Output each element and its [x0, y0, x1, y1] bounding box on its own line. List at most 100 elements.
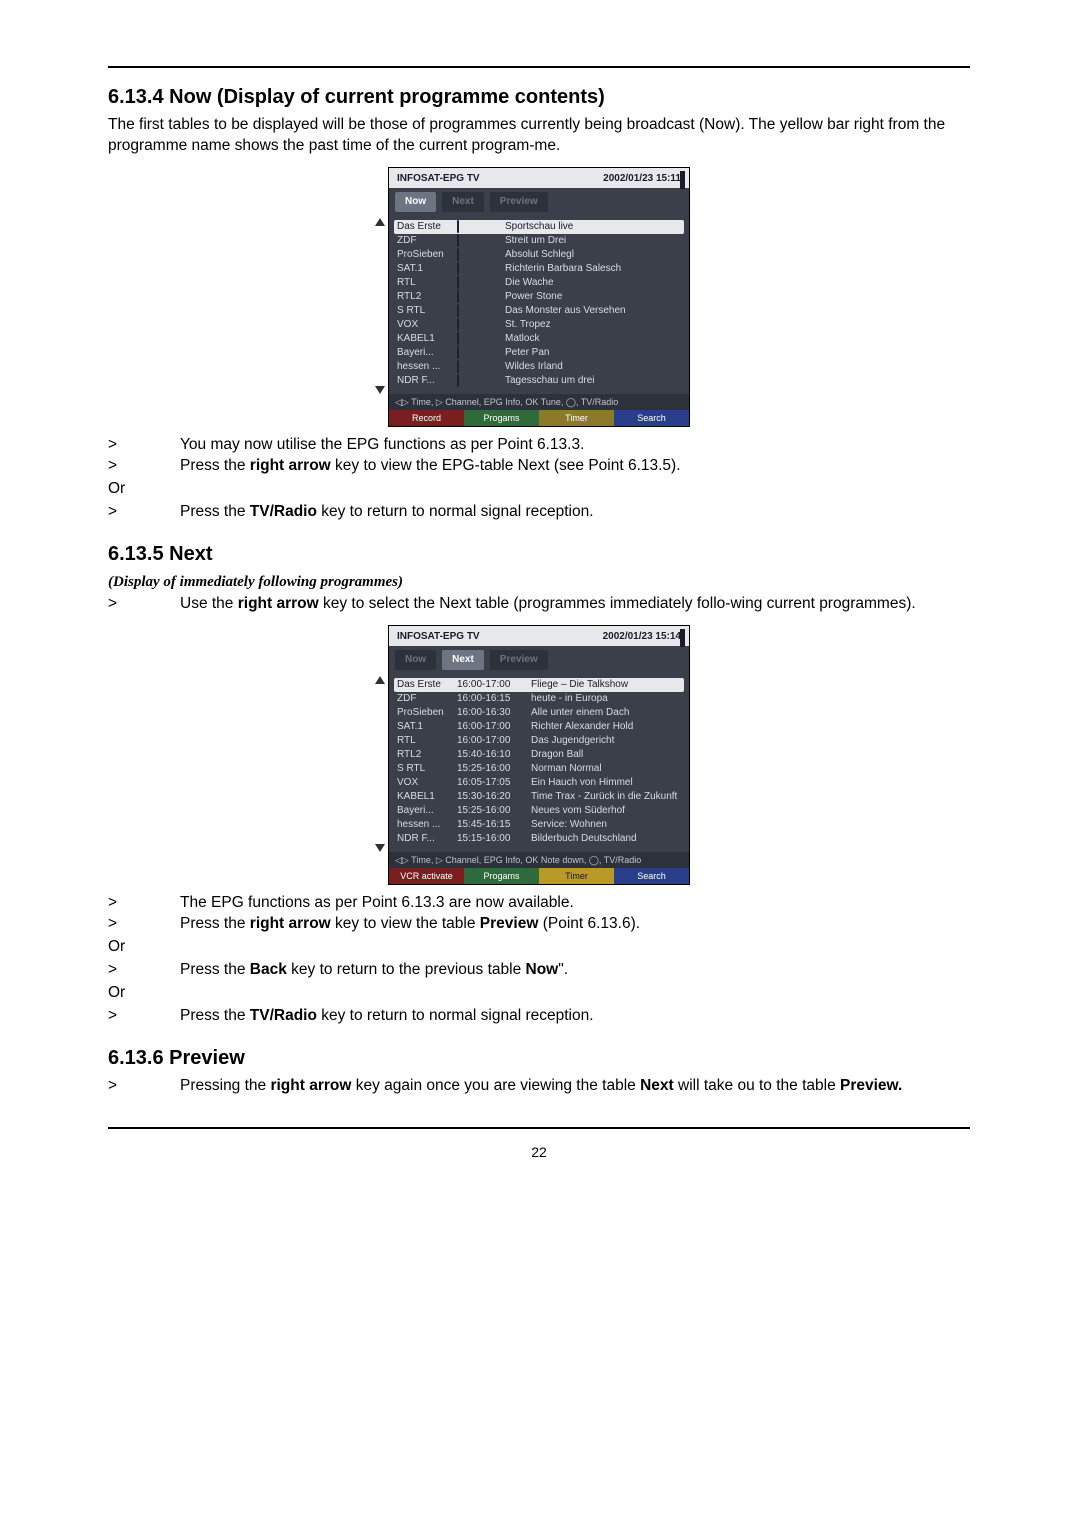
epg-row[interactable]: ZDFStreit um Drei: [397, 234, 681, 248]
epg-title-right: 2002/01/23 15:14: [603, 630, 681, 644]
progress-bar: [457, 276, 499, 290]
epg-row[interactable]: Das Erste16:00-17:00Fliege – Die Talksho…: [394, 678, 684, 692]
top-rule: [108, 66, 970, 68]
channel-name: RTL: [397, 276, 451, 290]
epg-row[interactable]: ZDF 16:00-16:15 heute - in Europa: [397, 692, 681, 706]
epg-row[interactable]: NDR F...15:15-16:00Bilderbuch Deutschlan…: [397, 832, 681, 846]
epg-body: Das ErsteSportschau liveZDFStreit um Dre…: [389, 218, 689, 394]
btn-green[interactable]: Progams: [464, 868, 539, 884]
time-range: 15:25-16:00: [457, 804, 525, 818]
bullet: > Pressing the right arrow key again onc…: [108, 1076, 970, 1097]
channel-name: S RTL: [397, 762, 451, 776]
channel-name: ZDF: [397, 234, 451, 248]
programme-title: Service: Wohnen: [531, 818, 681, 832]
progress-bar: [457, 374, 499, 388]
btn-blue[interactable]: Search: [614, 868, 689, 884]
epg-row[interactable]: KABEL1Matlock: [397, 332, 681, 346]
epg-row[interactable]: RTL215:40-16:10Dragon Ball: [397, 748, 681, 762]
programme-title: Power Stone: [505, 290, 681, 304]
channel-name: NDR F...: [397, 832, 451, 846]
channel-name: RTL2: [397, 290, 451, 304]
programme-title: Norman Normal: [531, 762, 681, 776]
progress-bar: [457, 332, 499, 346]
chevron-down-icon: [375, 844, 385, 852]
channel-name: KABEL1: [397, 332, 451, 346]
epg-row[interactable]: RTL Die Wache: [397, 276, 681, 290]
epg-row[interactable]: hessen ...15:45-16:15Service: Wohnen: [397, 818, 681, 832]
page-number: 22: [108, 1143, 970, 1162]
btn-yellow[interactable]: Timer: [539, 868, 614, 884]
bullet: > Use the right arrow key to select the …: [108, 594, 970, 615]
programme-title: Sportschau live: [505, 220, 681, 234]
channel-name: Bayeri...: [397, 346, 451, 360]
epg-row[interactable]: KABEL115:30-16:20Time Trax - Zurück in d…: [397, 790, 681, 804]
programme-title: Richter Alexander Hold: [531, 720, 681, 734]
time-range: 16:00-17:00: [457, 678, 525, 692]
epg-color-buttons: VCR activate Progams Timer Search: [389, 868, 689, 884]
time-range: 16:00-16:15: [457, 692, 525, 706]
epg-row[interactable]: RTL2 Power Stone: [397, 290, 681, 304]
bullet: > Press the Back key to return to the pr…: [108, 960, 970, 981]
chevron-down-icon: [375, 386, 385, 394]
programme-title: heute - in Europa: [531, 692, 681, 706]
channel-name: ZDF: [397, 692, 451, 706]
channel-name: hessen ...: [397, 818, 451, 832]
btn-yellow[interactable]: Timer: [539, 410, 614, 426]
tab-preview[interactable]: Preview: [490, 192, 548, 212]
time-range: 15:30-16:20: [457, 790, 525, 804]
tab-next[interactable]: Next: [442, 650, 484, 670]
tab-now[interactable]: Now: [395, 192, 436, 212]
time-range: 16:00-17:00: [457, 734, 525, 748]
channel-name: Das Erste: [397, 678, 451, 692]
programme-title: Die Wache: [505, 276, 681, 290]
epg-row[interactable]: SAT.1Richterin Barbara Salesch: [397, 262, 681, 276]
epg-row[interactable]: ProSiebenAbsolut Schlegl: [397, 248, 681, 262]
or-label: Or: [108, 479, 970, 500]
epg-hintline: ◁▷ Time, ▷ Channel, EPG Info, OK Tune, ◯…: [389, 394, 689, 410]
epg-row[interactable]: Bayeri...15:25-16:00Neues vom Süderhof: [397, 804, 681, 818]
or-label: Or: [108, 937, 970, 958]
epg-window: INFOSAT-EPG TV 2002/01/23 15:14 Now Next…: [388, 625, 690, 885]
btn-red[interactable]: VCR activate: [389, 868, 464, 884]
programme-title: Ein Hauch von Himmel: [531, 776, 681, 790]
programme-title: Wildes Irland: [505, 360, 681, 374]
epg-body: Das Erste16:00-17:00Fliege – Die Talksho…: [389, 676, 689, 852]
programme-title: Tagesschau um drei: [505, 374, 681, 388]
epg-row[interactable]: SAT.116:00-17:00Richter Alexander Hold: [397, 720, 681, 734]
epg-titlebar: INFOSAT-EPG TV 2002/01/23 15:14: [389, 626, 689, 647]
epg-row[interactable]: VOXSt. Tropez: [397, 318, 681, 332]
epg-titlebar: INFOSAT-EPG TV 2002/01/23 15:11: [389, 168, 689, 189]
epg-title-left: INFOSAT-EPG TV: [397, 630, 480, 644]
btn-red[interactable]: Record: [389, 410, 464, 426]
progress-bar: [457, 304, 499, 318]
programme-title: Richterin Barbara Salesch: [505, 262, 681, 276]
bullet: > Press the TV/Radio key to return to no…: [108, 1006, 970, 1027]
epg-row[interactable]: RTL16:00-17:00Das Jugendgericht: [397, 734, 681, 748]
time-range: 15:15-16:00: [457, 832, 525, 846]
channel-name: RTL: [397, 734, 451, 748]
epg-row[interactable]: ProSieben16:00-16:30Alle unter einem Dac…: [397, 706, 681, 720]
epg-hintline: ◁▷ Time, ▷ Channel, EPG Info, OK Note do…: [389, 852, 689, 868]
time-range: 16:00-16:30: [457, 706, 525, 720]
progress-bar: [457, 318, 499, 332]
btn-blue[interactable]: Search: [614, 410, 689, 426]
tab-next[interactable]: Next: [442, 192, 484, 212]
epg-title-right: 2002/01/23 15:11: [603, 172, 681, 186]
epg-row[interactable]: Das ErsteSportschau live: [394, 220, 684, 234]
channel-name: KABEL1: [397, 790, 451, 804]
epg-row[interactable]: VOX16:05-17:05Ein Hauch von Himmel: [397, 776, 681, 790]
epg-row[interactable]: S RTLDas Monster aus Versehen: [397, 304, 681, 318]
programme-title: St. Tropez: [505, 318, 681, 332]
epg-body-wrap: Das Erste16:00-17:00Fliege – Die Talksho…: [389, 676, 689, 852]
tab-preview[interactable]: Preview: [490, 650, 548, 670]
epg-row[interactable]: S RTL15:25-16:00Norman Normal: [397, 762, 681, 776]
channel-name: SAT.1: [397, 720, 451, 734]
scroll-indicator: [680, 629, 685, 647]
tab-now[interactable]: Now: [395, 650, 436, 670]
epg-row[interactable]: Bayeri...Peter Pan: [397, 346, 681, 360]
btn-green[interactable]: Progams: [464, 410, 539, 426]
epg-row[interactable]: hessen ...Wildes Irland: [397, 360, 681, 374]
epg-row[interactable]: NDR F...Tagesschau um drei: [397, 374, 681, 388]
programme-title: Alle unter einem Dach: [531, 706, 681, 720]
epg-figure-now: INFOSAT-EPG TV 2002/01/23 15:11 Now Next…: [388, 167, 690, 427]
